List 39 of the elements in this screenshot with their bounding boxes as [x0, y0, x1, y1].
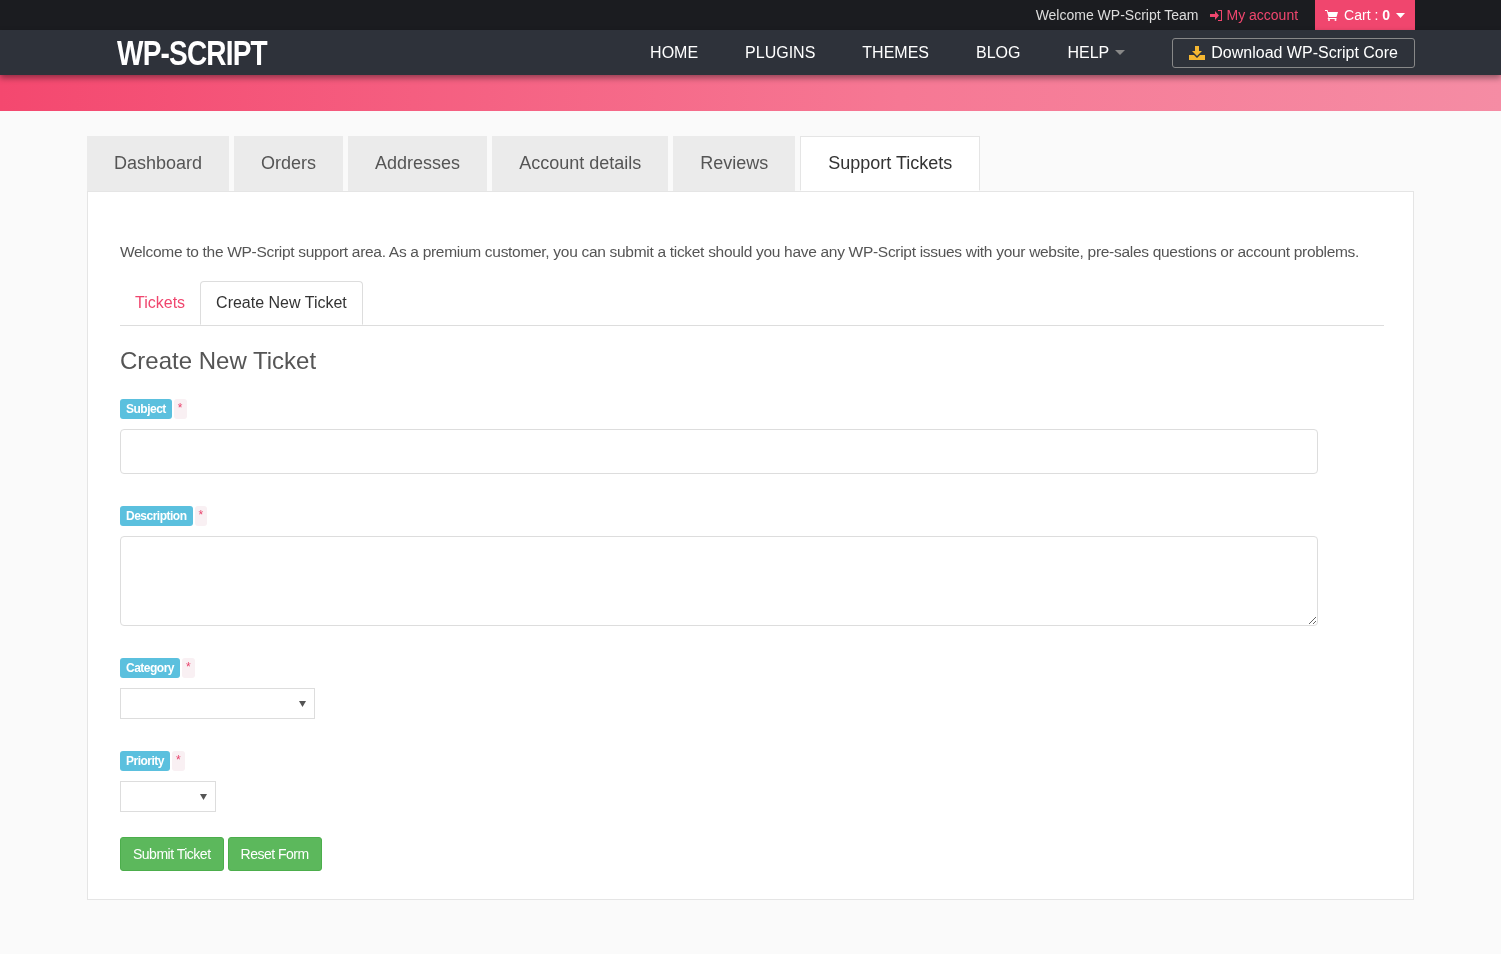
caret-icon [1396, 12, 1405, 18]
intro-text: Welcome to the WP-Script support area. As a premium customer, you can submit a ticket should you have any WP-Script issues with your website, pre-sales questions or account problems. [120, 242, 1361, 262]
select-field[interactable] [120, 781, 216, 813]
account-tab[interactable]: Account details [492, 136, 669, 191]
account-tab[interactable]: Support Tickets [800, 136, 981, 191]
ticket-tab[interactable]: Tickets [120, 281, 201, 326]
cart-button[interactable]: Cart : 0 [1315, 0, 1415, 30]
nav-link[interactable]: BLOG [976, 40, 1021, 65]
nav-link[interactable]: THEMES [862, 40, 929, 65]
field-label: Subject [120, 399, 172, 420]
welcome-text: Welcome WP-Script Team [1035, 5, 1199, 25]
caret-icon [1115, 50, 1126, 55]
field-label: Category [120, 658, 180, 679]
cart-icon [1325, 9, 1339, 21]
account-tab[interactable]: Addresses [348, 136, 488, 191]
nav-link[interactable]: HELP [1067, 40, 1126, 65]
sign-in-icon [1210, 9, 1224, 21]
logo[interactable]: WP-SCRIPT [117, 35, 267, 70]
download-icon [1189, 45, 1206, 60]
dropdown-arrow-icon [200, 793, 207, 800]
account-tab[interactable]: Reviews [673, 136, 796, 191]
text-field[interactable] [120, 429, 1318, 475]
dropdown-arrow-icon [299, 700, 306, 707]
form-heading: Create New Ticket [120, 346, 318, 377]
required-mark: * [173, 399, 187, 420]
required-mark: * [182, 658, 195, 679]
account-tab[interactable]: Orders [234, 136, 344, 191]
download-button[interactable]: Download WP-Script Core [1172, 37, 1415, 68]
ticket-tab[interactable]: Create New Ticket [200, 281, 363, 326]
my-account-link[interactable]: My account [1210, 4, 1299, 26]
required-mark: * [194, 506, 208, 527]
field-label: Description [120, 506, 193, 527]
select-field[interactable] [120, 688, 315, 720]
nav-link[interactable]: HOME [650, 40, 699, 65]
field-label: Priority [120, 751, 170, 772]
account-tab[interactable]: Dashboard [87, 136, 230, 191]
textarea-field[interactable] [120, 536, 1318, 627]
required-mark: * [172, 751, 185, 772]
nav-link[interactable]: PLUGINS [745, 40, 816, 65]
